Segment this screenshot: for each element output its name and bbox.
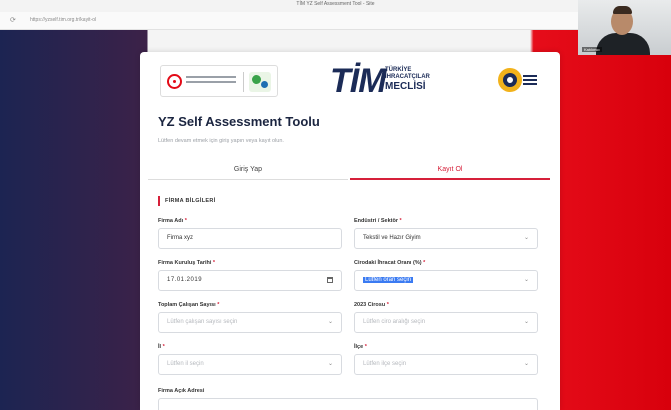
form-card: TİM TÜRKİYE İHRACATÇILAR MECLİSİ YZ Self… xyxy=(140,52,560,410)
chevron-down-icon: ⌄ xyxy=(523,277,529,283)
chevron-down-icon: ⌄ xyxy=(523,319,529,325)
browser-titlebar: TİM YZ Self Assessment Tool - Site xyxy=(0,0,671,12)
chevron-down-icon: ⌄ xyxy=(327,319,333,325)
participant-name: Katılımcı xyxy=(582,47,602,52)
participant-body xyxy=(596,33,650,55)
url-text[interactable]: https://yzself.tim.org.tr/kayit-ol xyxy=(30,17,96,23)
city-label: İl * xyxy=(158,344,165,350)
calendar-icon[interactable] xyxy=(327,277,333,283)
founding-date-label: Firma Kuruluş Tarihi * xyxy=(158,260,216,266)
revenue-select[interactable]: Lütfen ciro aralığı seçin ⌄ xyxy=(354,312,538,333)
district-label: İlçe * xyxy=(354,344,367,350)
chevron-down-icon: ⌄ xyxy=(523,235,529,241)
chevron-down-icon: ⌄ xyxy=(523,361,529,367)
address-bar[interactable]: ⟳ https://yzself.tim.org.tr/kayit-ol xyxy=(0,12,671,30)
export-share-label: Cirodaki İhracat Oranı (%) * xyxy=(354,260,426,266)
company-name-label: Firma Adı * xyxy=(158,218,187,224)
company-name-input[interactable]: Firma xyz xyxy=(158,228,342,249)
sector-select[interactable]: Tekstil ve Hazır Giyim ⌄ xyxy=(354,228,538,249)
tab-signup[interactable]: Kayıt Ol xyxy=(350,160,550,180)
section-title: FİRMA BİLGİLERİ xyxy=(158,196,215,206)
employees-label: Toplam Çalışan Sayısı * xyxy=(158,302,220,308)
window-title: TİM YZ Self Assessment Tool - Site xyxy=(296,1,375,7)
district-select[interactable]: Lütfen ilçe seçin ⌄ xyxy=(354,354,538,375)
city-select[interactable]: Lütfen il seçin ⌄ xyxy=(158,354,342,375)
employees-select[interactable]: Lütfen çalışan sayısı seçin ⌄ xyxy=(158,312,342,333)
ministry-seal-icon xyxy=(167,74,182,89)
founding-date-input[interactable]: 17.01.2019 xyxy=(158,270,342,291)
page-subtitle: Lütfen devam etmek için giriş yapın veya… xyxy=(158,138,284,144)
tim-logo: TİM TÜRKİYE İHRACATÇILAR MECLİSİ xyxy=(330,62,430,100)
address-input[interactable] xyxy=(158,398,538,410)
sector-label: Endüstri / Sektör * xyxy=(354,218,402,224)
tab-login[interactable]: Giriş Yap xyxy=(148,160,348,180)
address-label: Firma Açık Adresi xyxy=(158,388,205,394)
export-share-select[interactable]: Lütfen oran seçin ⌄ xyxy=(354,270,538,291)
yz-logo xyxy=(498,68,540,96)
partner-logo-icon xyxy=(249,72,271,92)
ministry-logo xyxy=(160,65,278,97)
reload-icon[interactable]: ⟳ xyxy=(10,16,16,24)
chevron-down-icon: ⌄ xyxy=(327,361,333,367)
page-title: YZ Self Assessment Toolu xyxy=(158,114,320,129)
revenue-label: 2023 Cirosu * xyxy=(354,302,389,308)
video-call-overlay: Katılımcı xyxy=(578,0,671,55)
